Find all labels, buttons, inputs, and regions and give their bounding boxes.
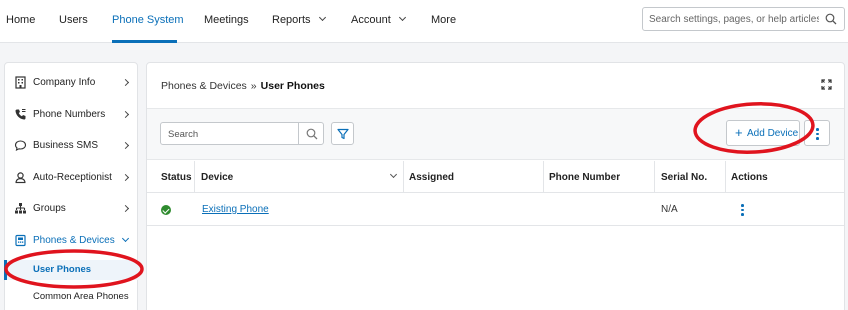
filter-icon bbox=[337, 128, 349, 140]
breadcrumb: Phones & Devices» User Phones bbox=[161, 80, 325, 92]
receptionist-icon bbox=[15, 172, 26, 184]
column-status: Status bbox=[161, 172, 192, 183]
sidebar-subitem-common-area-phones[interactable]: Common Area Phones bbox=[5, 287, 139, 307]
status-online-icon bbox=[161, 205, 171, 215]
nav-meetings[interactable]: Meetings bbox=[204, 14, 249, 26]
sidebar: Company Info Phone Numbers Business SMS … bbox=[4, 62, 139, 310]
divider bbox=[298, 123, 299, 144]
global-search-input[interactable] bbox=[649, 11, 819, 27]
row-actions-menu-icon[interactable] bbox=[741, 204, 744, 218]
more-options-button[interactable] bbox=[804, 120, 830, 146]
sidebar-item-phones-devices[interactable]: Phones & Devices bbox=[5, 230, 139, 252]
add-device-label: Add Device bbox=[747, 128, 799, 139]
sidebar-subitem-label: User Phones bbox=[33, 264, 92, 275]
column-separator bbox=[654, 161, 655, 193]
active-tab-indicator bbox=[112, 40, 177, 43]
chat-bubble-icon bbox=[14, 140, 27, 151]
main-panel: Phones & Devices»User Phones + Add Devic… bbox=[146, 62, 845, 310]
chevron-right-icon bbox=[121, 204, 130, 213]
column-device[interactable]: Device bbox=[201, 172, 233, 183]
vertical-dots-icon bbox=[816, 128, 819, 142]
nav-account-label: Account bbox=[351, 14, 391, 26]
chevron-down-icon[interactable] bbox=[389, 170, 398, 179]
nav-account[interactable]: Account bbox=[351, 13, 406, 26]
add-device-button[interactable]: + Add Device bbox=[726, 120, 800, 146]
sidebar-subitem-user-phones[interactable]: User Phones bbox=[4, 260, 139, 280]
expand-icon[interactable] bbox=[821, 79, 832, 90]
chevron-down-icon bbox=[121, 234, 130, 243]
column-phone-number: Phone Number bbox=[549, 172, 621, 183]
plus-icon: + bbox=[735, 125, 743, 140]
chevron-down-icon bbox=[318, 13, 326, 22]
column-separator bbox=[194, 161, 195, 193]
column-separator bbox=[403, 161, 404, 193]
sidebar-item-groups[interactable]: Groups bbox=[5, 198, 139, 220]
sidebar-item-auto-receptionist[interactable]: Auto-Receptionist bbox=[5, 167, 139, 189]
chevron-down-icon bbox=[398, 13, 406, 22]
chevron-right-icon bbox=[121, 110, 130, 119]
column-serial: Serial No. bbox=[661, 172, 708, 183]
chevron-right-icon bbox=[121, 141, 130, 150]
table-header: Status Device Assigned Phone Number Seri… bbox=[147, 161, 844, 193]
top-navigation: Home Users Phone System Meetings Reports… bbox=[0, 0, 848, 43]
sidebar-item-label: Auto-Receptionist bbox=[33, 172, 112, 183]
chevron-right-icon bbox=[121, 78, 130, 87]
sidebar-item-label: Groups bbox=[33, 203, 66, 214]
device-search bbox=[160, 122, 324, 145]
building-icon bbox=[15, 76, 26, 89]
column-actions: Actions bbox=[731, 172, 768, 183]
org-chart-icon bbox=[15, 203, 26, 214]
search-icon[interactable] bbox=[306, 128, 318, 140]
breadcrumb-separator: » bbox=[250, 80, 257, 92]
search-icon[interactable] bbox=[825, 13, 837, 25]
nav-reports[interactable]: Reports bbox=[272, 13, 326, 26]
desk-phone-icon bbox=[15, 234, 26, 247]
page-title: User Phones bbox=[260, 80, 325, 92]
device-search-input[interactable] bbox=[168, 127, 293, 141]
sidebar-item-phone-numbers[interactable]: Phone Numbers bbox=[5, 104, 139, 126]
column-separator bbox=[543, 161, 544, 193]
serial-cell: N/A bbox=[661, 204, 678, 215]
table-row: Existing Phone N/A bbox=[147, 194, 844, 226]
nav-users[interactable]: Users bbox=[59, 14, 88, 26]
column-separator bbox=[725, 161, 726, 193]
device-link[interactable]: Existing Phone bbox=[202, 204, 269, 215]
sidebar-item-label: Company Info bbox=[33, 77, 96, 88]
sidebar-item-business-sms[interactable]: Business SMS bbox=[5, 135, 139, 157]
sidebar-item-label: Phone Numbers bbox=[33, 109, 106, 120]
column-assigned: Assigned bbox=[409, 172, 455, 183]
nav-more[interactable]: More bbox=[431, 14, 456, 26]
chevron-right-icon bbox=[121, 173, 130, 182]
breadcrumb-parent[interactable]: Phones & Devices bbox=[161, 80, 247, 92]
sidebar-item-label: Business SMS bbox=[33, 140, 99, 151]
sidebar-subitem-label: Common Area Phones bbox=[33, 291, 129, 302]
sidebar-item-label: Phones & Devices bbox=[33, 235, 115, 246]
phone-icon bbox=[15, 109, 26, 120]
nav-reports-label: Reports bbox=[272, 14, 311, 26]
nav-phone-system[interactable]: Phone System bbox=[112, 14, 184, 26]
toolbar: + Add Device bbox=[147, 108, 844, 160]
filter-button[interactable] bbox=[331, 122, 354, 145]
nav-home[interactable]: Home bbox=[6, 14, 35, 26]
sidebar-item-company-info[interactable]: Company Info bbox=[5, 72, 139, 94]
global-search bbox=[642, 7, 845, 31]
